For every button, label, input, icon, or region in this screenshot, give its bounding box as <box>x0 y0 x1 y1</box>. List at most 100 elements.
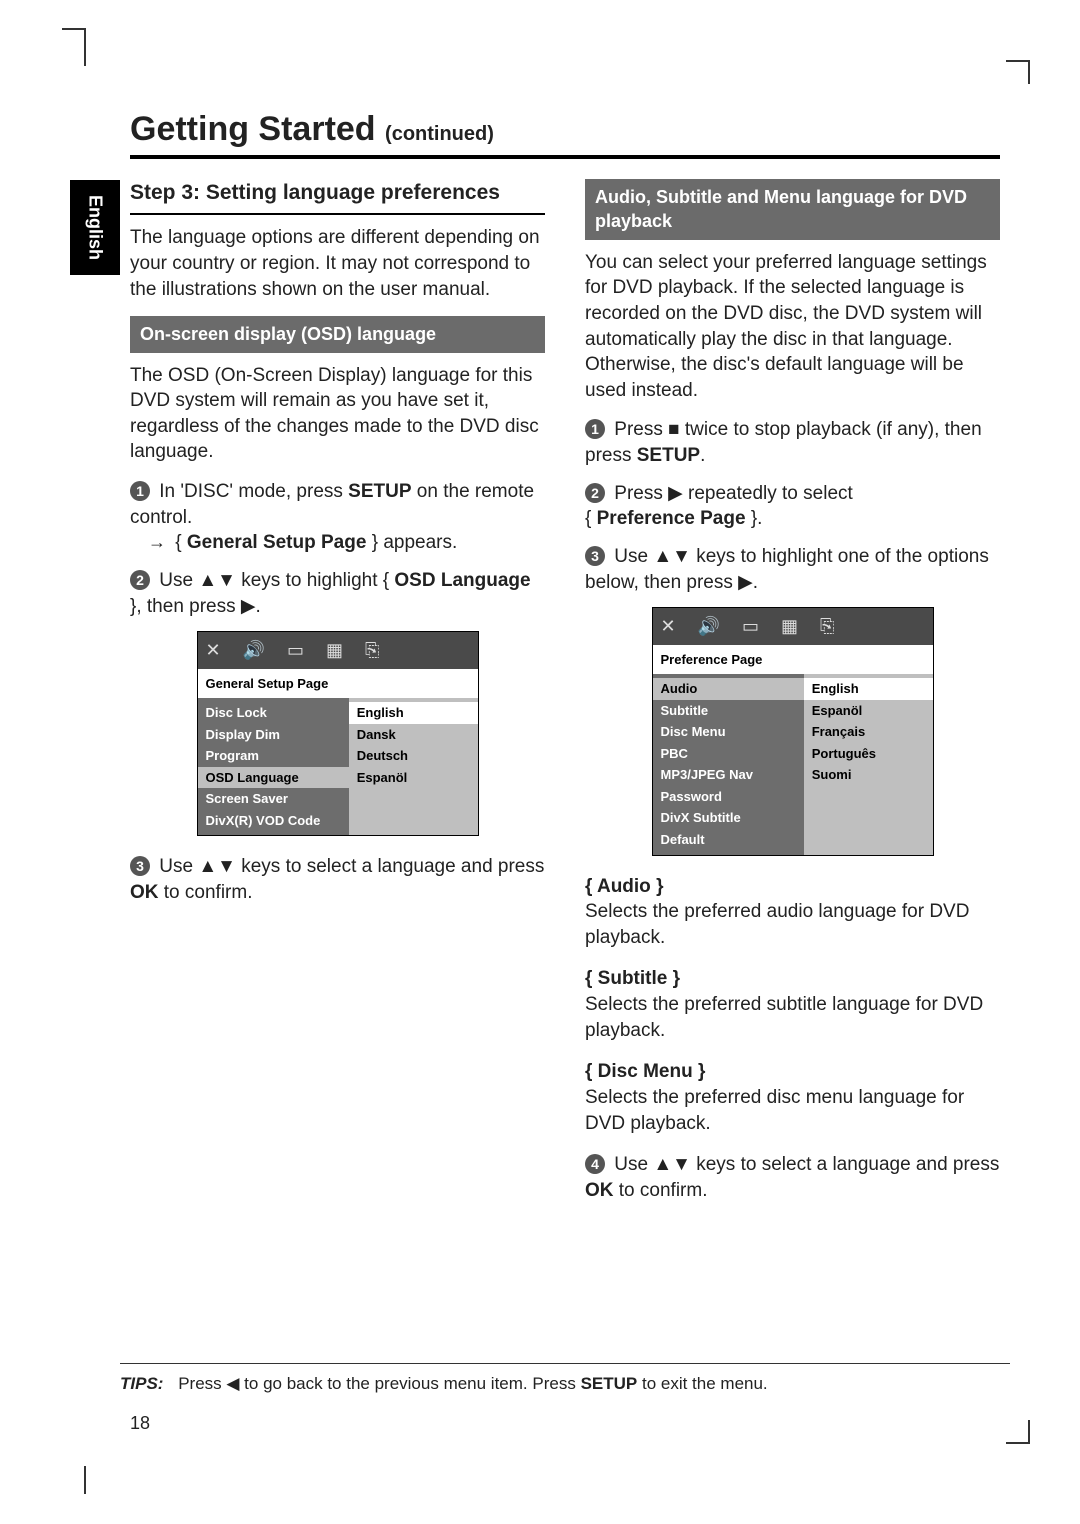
audio-icon: 🔊 <box>243 638 265 662</box>
osd-body: Audio Subtitle Disc Menu PBC MP3/JPEG Na… <box>653 674 933 854</box>
step-text: { <box>585 508 597 529</box>
osd-paragraph: The OSD (On-Screen Display) language for… <box>130 363 545 466</box>
definition-audio: { Audio } Selects the preferred audio la… <box>585 874 1000 951</box>
audio-icon: 🔊 <box>698 614 720 638</box>
step-keyword: OK <box>130 882 159 903</box>
osd-subheading: On-screen display (OSD) language <box>130 316 545 352</box>
tips-keyword: SETUP <box>581 1374 638 1393</box>
exit-icon: ⎘ <box>820 614 834 638</box>
av-paragraph: You can select your preferred language s… <box>585 250 1000 404</box>
step-number-icon: 2 <box>130 570 150 590</box>
osd-left-list: Disc Lock Display Dim Program OSD Langua… <box>198 698 349 835</box>
osd-page-title: Preference Page <box>653 645 933 675</box>
step-keyword: Preference Page <box>597 508 746 529</box>
definition-text: Selects the preferred subtitle language … <box>585 992 1000 1043</box>
step-text: to confirm. <box>614 1180 708 1201</box>
osd-item: Disc Lock <box>198 702 349 724</box>
tips-text: to exit the menu. <box>637 1374 767 1393</box>
video-icon: ▭ <box>287 638 304 662</box>
step-rule <box>130 213 545 215</box>
step-3: 3 Use ▲▼ keys to highlight one of the op… <box>585 544 1000 595</box>
crop-mark-icon <box>1006 60 1030 84</box>
step-4: 4 Use ▲▼ keys to select a language and p… <box>585 1152 1000 1203</box>
step-text: Press ▶ repeatedly to select <box>614 483 853 504</box>
step-text: Use ▲▼ keys to highlight { <box>159 570 394 591</box>
right-column: Audio, Subtitle and Menu language for DV… <box>585 179 1000 1216</box>
exit-icon: ⎘ <box>365 638 379 662</box>
osd-option: Espanöl <box>349 767 478 789</box>
step-text: { <box>175 532 187 553</box>
definition-text: Selects the preferred audio language for… <box>585 899 1000 950</box>
osd-item-selected: OSD Language <box>198 767 349 789</box>
step-keyword: General Setup Page <box>187 532 367 553</box>
osd-page-title: General Setup Page <box>198 669 478 699</box>
preference-icon: ▦ <box>781 614 798 638</box>
osd-item: MP3/JPEG Nav <box>653 764 804 786</box>
step-number-icon: 3 <box>585 546 605 566</box>
osd-menu-preference: ✕ 🔊 ▭ ▦ ⎘ Preference Page Audio Subtitle… <box>652 607 934 855</box>
osd-item: Subtitle <box>653 700 804 722</box>
osd-option: Deutsch <box>349 745 478 767</box>
osd-item: Display Dim <box>198 724 349 746</box>
osd-option-selected: English <box>804 678 933 700</box>
tips-label: TIPS: <box>120 1374 163 1393</box>
step-number-icon: 3 <box>130 856 150 876</box>
step-number-icon: 1 <box>585 419 605 439</box>
step-text: Use ▲▼ keys to highlight one of the opti… <box>585 546 989 593</box>
step-2: 2 Use ▲▼ keys to highlight { OSD Languag… <box>130 568 545 619</box>
title-text: Getting Started <box>130 110 376 148</box>
osd-item: Screen Saver <box>198 788 349 810</box>
definition-subtitle: { Subtitle } Selects the preferred subti… <box>585 966 1000 1043</box>
step-text: }. <box>746 508 763 529</box>
step-number-icon: 1 <box>130 481 150 501</box>
tips-footer: TIPS: Press ◀ to go back to the previous… <box>120 1363 1010 1394</box>
step-text: } appears. <box>366 532 457 553</box>
osd-tab-bar: ✕ 🔊 ▭ ▦ ⎘ <box>198 632 478 668</box>
osd-right-list: English Dansk Deutsch Espanöl <box>349 698 478 835</box>
settings-icon: ✕ <box>206 638 221 662</box>
osd-option: Dansk <box>349 724 478 746</box>
step-text: Use ▲▼ keys to select a language and pre… <box>614 1154 999 1175</box>
osd-item: Default <box>653 829 804 851</box>
definition-heading: { Subtitle } <box>585 966 1000 992</box>
osd-left-list: Audio Subtitle Disc Menu PBC MP3/JPEG Na… <box>653 674 804 854</box>
preference-icon: ▦ <box>326 638 343 662</box>
settings-icon: ✕ <box>661 614 676 638</box>
osd-option: Français <box>804 721 933 743</box>
step-text: }, then press ▶. <box>130 596 261 617</box>
step-text: . <box>700 445 705 466</box>
definition-heading: { Audio } <box>585 874 1000 900</box>
tips-text: Press ◀ to go back to the previous menu … <box>178 1374 580 1393</box>
osd-menu-general: ✕ 🔊 ▭ ▦ ⎘ General Setup Page Disc Lock D… <box>197 631 479 836</box>
step-text: Use ▲▼ keys to select a language and pre… <box>159 856 544 877</box>
osd-item: DivX Subtitle <box>653 807 804 829</box>
osd-tab-bar: ✕ 🔊 ▭ ▦ ⎘ <box>653 608 933 644</box>
video-icon: ▭ <box>742 614 759 638</box>
step-heading: Step 3: Setting language preferences <box>130 179 545 207</box>
manual-page: English Getting Started (continued) Step… <box>0 0 1080 1524</box>
osd-item: DivX(R) VOD Code <box>198 810 349 832</box>
step-3: 3 Use ▲▼ keys to select a language and p… <box>130 854 545 905</box>
step-1: 1 In 'DISC' mode, press SETUP on the rem… <box>130 479 545 556</box>
step-1: 1 Press ■ twice to stop playback (if any… <box>585 417 1000 468</box>
title-continued: (continued) <box>385 123 494 145</box>
crop-mark-icon <box>84 1466 108 1494</box>
step-text: to confirm. <box>159 882 253 903</box>
osd-option: Português <box>804 743 933 765</box>
osd-item: Disc Menu <box>653 721 804 743</box>
osd-item: Program <box>198 745 349 767</box>
step-number-icon: 2 <box>585 483 605 503</box>
step-keyword: SETUP <box>637 445 700 466</box>
page-number: 18 <box>130 1413 150 1434</box>
osd-body: Disc Lock Display Dim Program OSD Langua… <box>198 698 478 835</box>
step-keyword: SETUP <box>348 481 411 502</box>
crop-mark-icon <box>84 28 108 66</box>
title-rule <box>130 155 1000 159</box>
crop-mark-icon <box>1006 1420 1030 1444</box>
two-column-layout: Step 3: Setting language preferences The… <box>130 179 1000 1216</box>
osd-option-selected: English <box>349 702 478 724</box>
step-text: In 'DISC' mode, press <box>159 481 348 502</box>
av-subheading: Audio, Subtitle and Menu language for DV… <box>585 179 1000 240</box>
osd-item-selected: Audio <box>653 678 804 700</box>
step-keyword: OK <box>585 1180 614 1201</box>
